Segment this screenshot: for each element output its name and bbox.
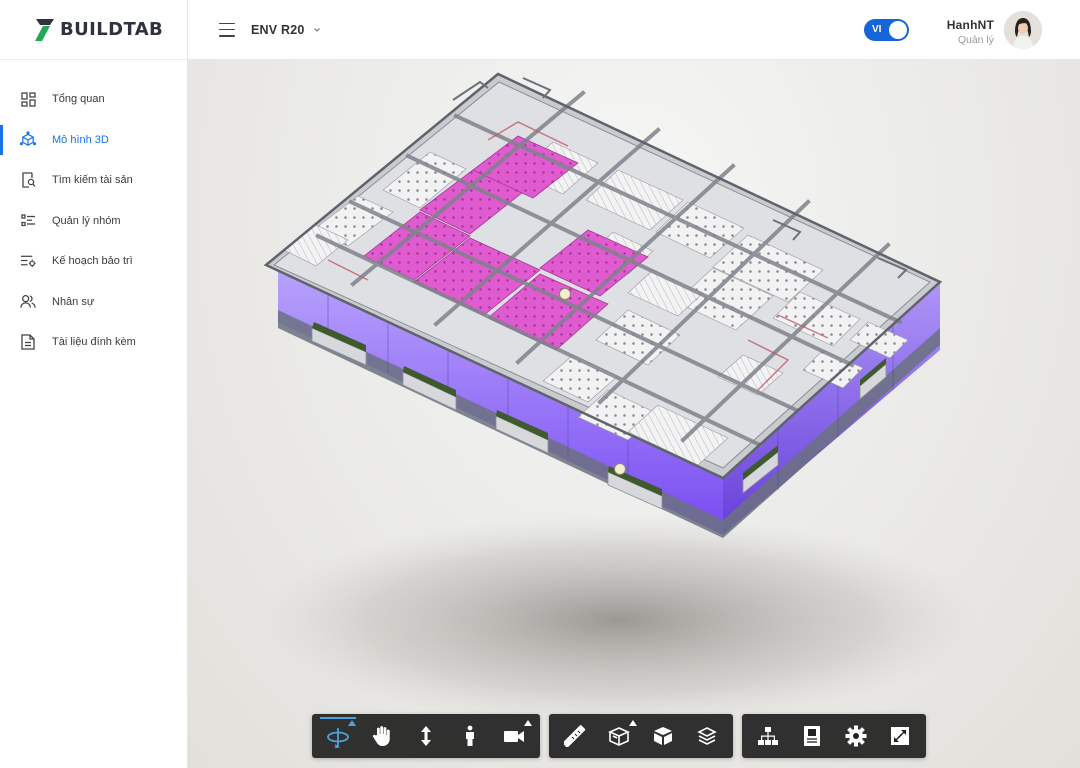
submenu-indicator-icon <box>629 720 637 726</box>
orbit-button[interactable] <box>316 714 360 758</box>
orbit-icon <box>327 728 349 748</box>
sidebar: BUILDTAB Tổng quan Mô hình 3D Tìm kiếm t… <box>0 0 188 768</box>
layers-icon <box>697 727 717 745</box>
people-icon <box>20 294 36 310</box>
sidebar-item-label: Quản lý nhóm <box>52 214 121 227</box>
toggle-knob <box>889 21 907 39</box>
list-icon <box>20 213 36 229</box>
camera-icon <box>504 731 524 742</box>
model-tools <box>549 714 733 758</box>
panel-tools <box>742 714 926 758</box>
sidebar-item-label: Tài liệu đính kèm <box>52 336 136 349</box>
user-info[interactable]: HanhNT Quản lý <box>938 18 994 46</box>
submenu-indicator-icon <box>348 720 356 726</box>
sidebar-nav: Tổng quan Mô hình 3D Tìm kiếm tài sản Qu… <box>0 79 187 363</box>
building-3d-model[interactable] <box>188 60 1080 768</box>
properties-icon <box>804 726 820 746</box>
section-box-button[interactable] <box>597 714 641 758</box>
explode-button[interactable] <box>641 714 685 758</box>
search-document-icon <box>20 172 36 188</box>
pan-hand-icon <box>372 726 390 746</box>
settings-gear-icon <box>845 725 867 747</box>
project-selector[interactable]: ENV R20 <box>251 23 321 37</box>
sidebar-item-asset-search[interactable]: Tìm kiếm tài sản <box>0 160 187 201</box>
dashboard-icon <box>20 91 36 107</box>
sidebar-item-personnel[interactable]: Nhân sự <box>0 282 187 323</box>
project-name: ENV R20 <box>251 22 305 37</box>
sidebar-item-maintenance-plan[interactable]: Kế hoạch bảo trì <box>0 241 187 282</box>
section-box-icon <box>608 727 630 746</box>
sidebar-item-attachments[interactable]: Tài liệu đính kèm <box>0 322 187 363</box>
cube-3d-icon <box>20 131 36 148</box>
model-browser-button[interactable] <box>746 714 790 758</box>
brand-name: BUILDTAB <box>60 19 164 40</box>
sidebar-item-3d-model[interactable]: Mô hình 3D <box>0 120 187 161</box>
measure-button[interactable] <box>553 714 597 758</box>
zoom-button[interactable] <box>404 714 448 758</box>
model-viewer[interactable] <box>188 60 1080 768</box>
explode-model-icon <box>654 727 672 745</box>
sidebar-item-label: Mô hình 3D <box>52 133 109 146</box>
fullscreen-icon <box>891 727 909 745</box>
brand[interactable]: BUILDTAB <box>0 0 187 60</box>
layers-button[interactable] <box>685 714 729 758</box>
maintenance-plan-icon <box>20 253 36 269</box>
sidebar-item-label: Kế hoạch bảo trì <box>52 255 133 268</box>
hamburger-menu-icon[interactable] <box>219 22 235 37</box>
sidebar-item-overview[interactable]: Tổng quan <box>0 79 187 120</box>
settings-button[interactable] <box>834 714 878 758</box>
viewer-toolbar <box>312 714 926 758</box>
first-person-icon <box>466 725 474 746</box>
avatar[interactable] <box>1004 11 1042 49</box>
user-role: Quản lý <box>957 34 994 46</box>
fullscreen-button[interactable] <box>878 714 922 758</box>
language-toggle[interactable]: VI <box>864 19 909 41</box>
sidebar-item-label: Tìm kiếm tài sản <box>52 174 133 187</box>
submenu-indicator-icon <box>524 720 532 726</box>
navigation-tools <box>312 714 540 758</box>
pan-button[interactable] <box>360 714 404 758</box>
language-label: VI <box>872 24 882 35</box>
buildtab-logo-icon <box>35 18 54 41</box>
properties-button[interactable] <box>790 714 834 758</box>
document-icon <box>20 334 36 350</box>
first-person-button[interactable] <box>448 714 492 758</box>
sidebar-item-group-management[interactable]: Quản lý nhóm <box>0 201 187 242</box>
user-name: HanhNT <box>946 18 994 32</box>
chevron-down-icon <box>313 27 320 32</box>
zoom-vertical-icon <box>421 726 431 746</box>
sidebar-item-label: Tổng quan <box>52 93 105 106</box>
camera-button[interactable] <box>492 714 536 758</box>
top-header: ENV R20 VI HanhNT Quản lý <box>188 0 1080 60</box>
measure-ruler-icon <box>564 725 586 747</box>
model-browser-icon <box>758 727 778 745</box>
sidebar-item-label: Nhân sự <box>52 295 95 308</box>
